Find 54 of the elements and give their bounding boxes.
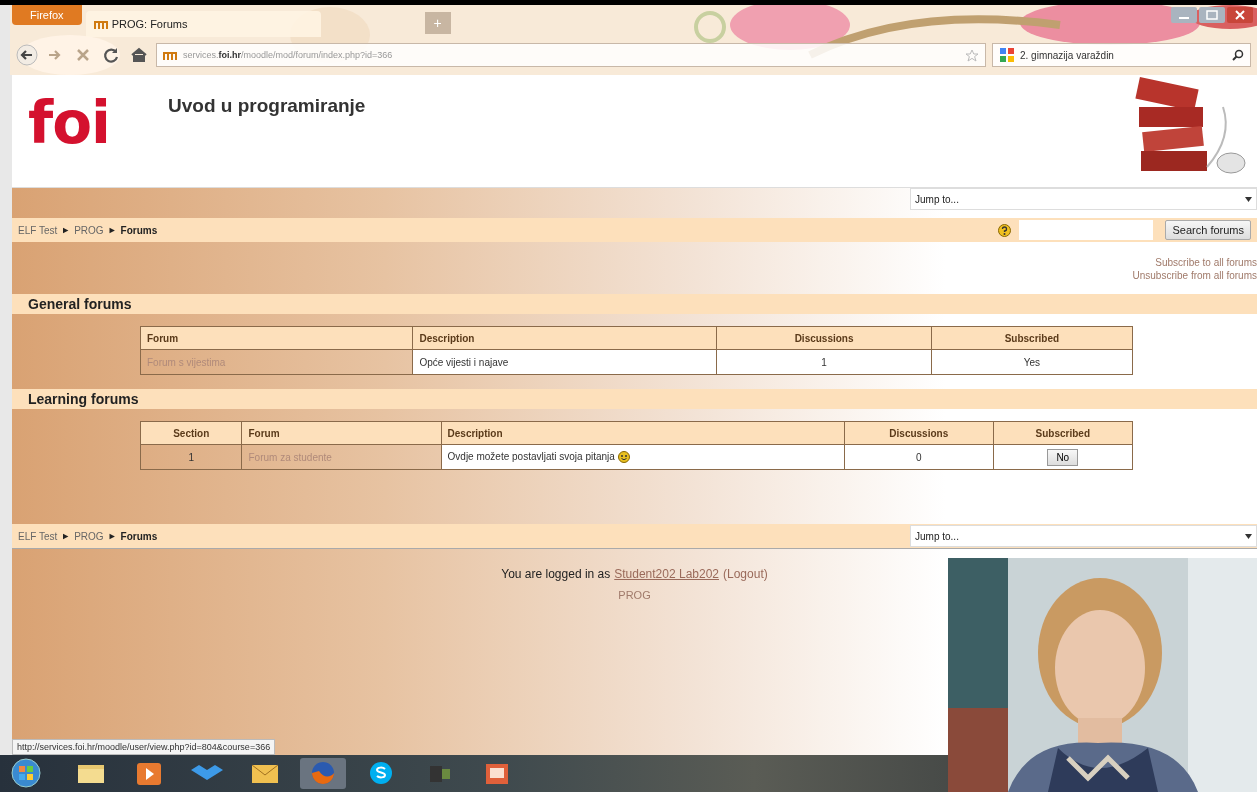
forum-description: Opće vijesti i najave [419, 356, 509, 368]
jump-to-select[interactable]: Jump to... [910, 188, 1257, 210]
forum-description: Ovdje možete postavljati svoja pitanja [447, 450, 615, 462]
firefox-menu-button[interactable]: Firefox [12, 5, 82, 25]
help-icon[interactable] [998, 223, 1012, 237]
breadcrumb-separator: ► [61, 531, 71, 541]
firefox-icon[interactable] [298, 757, 348, 790]
course-link[interactable]: PROG [618, 589, 651, 601]
logout-link[interactable]: (Logout) [723, 567, 768, 581]
subscribe-link[interactable]: Unsubscribe from all forums [1132, 269, 1257, 282]
search-icon[interactable] [1232, 49, 1244, 61]
breadcrumb-link[interactable]: PROG [74, 530, 104, 542]
breadcrumb-separator: ► [61, 225, 71, 235]
foi-logo: foi [28, 89, 111, 157]
breadcrumb-link[interactable]: Forums [120, 224, 158, 236]
column-header: Forum [140, 326, 413, 350]
smiley-icon [617, 451, 630, 464]
search-field[interactable]: 2. gimnazija varaždin [992, 43, 1251, 67]
column-header: Description [412, 326, 717, 350]
login-info: You are logged in as [501, 567, 611, 581]
section-heading: General forums [12, 294, 1257, 314]
section-number: 1 [140, 444, 242, 470]
browser-tab[interactable]: PROG: Forums [85, 11, 321, 37]
column-header: Section [140, 421, 242, 445]
close-icon[interactable] [1227, 7, 1253, 23]
discussion-count: 0 [844, 444, 994, 470]
caret-icon [1245, 533, 1252, 539]
subscribe-toggle[interactable]: No [1047, 448, 1079, 466]
column-header: Subscribed [931, 326, 1133, 350]
user-link[interactable]: Student202 Lab202 [614, 567, 719, 581]
subscribed-status: Yes [931, 349, 1133, 375]
column-header: Description [441, 421, 845, 445]
back-icon[interactable] [16, 44, 38, 66]
jump-to-select[interactable]: Jump to... [910, 525, 1257, 547]
column-header: Subscribed [993, 421, 1133, 445]
section-heading: Learning forums [12, 389, 1257, 409]
breadcrumb-link[interactable]: ELF Test [18, 530, 58, 542]
column-header: Discussions [716, 326, 932, 350]
course-title: Uvod u programiranje [168, 95, 367, 117]
discussion-count: 1 [716, 349, 932, 375]
breadcrumb-link[interactable]: ELF Test [18, 224, 58, 236]
caret-icon [1245, 196, 1252, 202]
column-header: Discussions [844, 421, 994, 445]
address-bar[interactable]: services.foi.hr/moodle/mod/forum/index.php?id=366 [156, 43, 986, 67]
column-header: Forum [241, 421, 442, 445]
breadcrumb-separator: ► [107, 531, 117, 541]
subscribe-link[interactable]: Subscribe to all forums [1155, 256, 1257, 269]
breadcrumb-separator: ► [107, 225, 117, 235]
status-bar: http://services.foi.hr/moodle/user/view.php?id=804&course=366 [12, 739, 276, 755]
star-icon[interactable] [965, 48, 979, 62]
search-forums-button[interactable]: Search forums [1165, 220, 1251, 240]
breadcrumb-link[interactable]: Forums [120, 530, 158, 542]
breadcrumb-link[interactable]: PROG [74, 224, 104, 236]
forum-search-field[interactable] [1019, 220, 1154, 240]
